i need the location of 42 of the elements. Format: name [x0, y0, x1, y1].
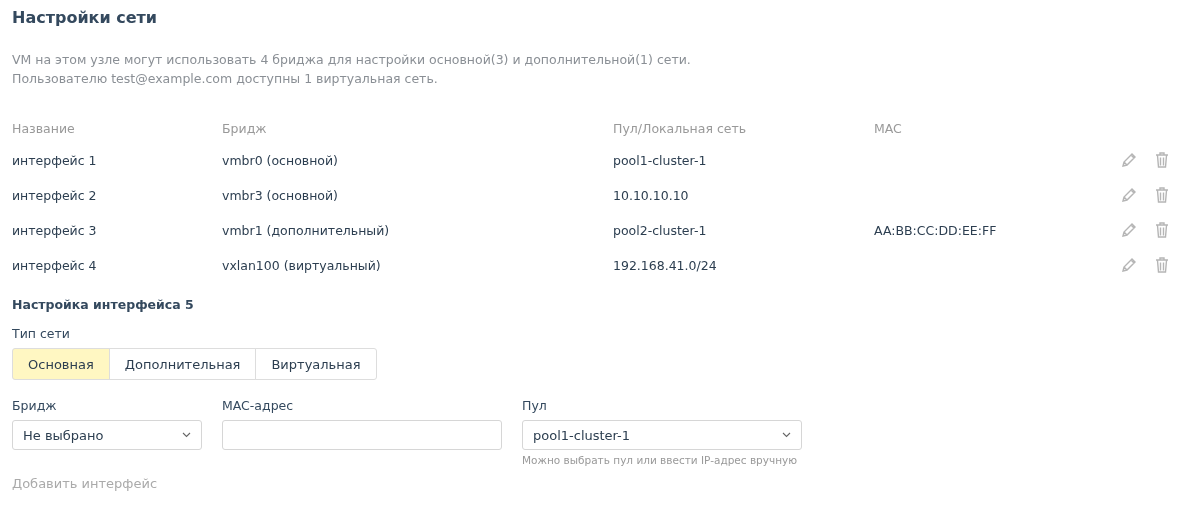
column-header: Пул/Локальная сеть	[613, 120, 748, 136]
input-field[interactable]	[222, 420, 502, 450]
field-label: Пул	[522, 398, 548, 413]
column-header: Название	[12, 120, 76, 136]
table-cell-text: vmbr0 (основной)	[222, 153, 339, 168]
table-cell-text: интерфейс 1	[12, 153, 98, 168]
description-text: VM на этом узле могут использовать 4 бриджа для настройки основной(3) и дополнительной(1) сети.	[12, 51, 692, 69]
table-cell-text: AA:BB:CC:DD:EE:FF	[874, 223, 998, 238]
table-cell-text: pool2-cluster-1	[613, 223, 708, 238]
table-cell-text: pool1-cluster-1	[613, 153, 708, 168]
chevron-down-icon	[182, 432, 191, 438]
table-cell-text: 192.168.41.0/24	[613, 258, 718, 273]
table-cell-text: интерфейс 4	[12, 258, 98, 273]
section-title: Настройка интерфейса 5	[12, 297, 195, 312]
pencil-icon	[1121, 256, 1137, 273]
page-title: Настройки сети	[12, 7, 159, 29]
trash-icon	[1155, 256, 1169, 273]
field-label: MAC-адрес	[222, 398, 295, 413]
segment-tab[interactable]: Виртуальная	[255, 348, 377, 380]
pool-select[interactable]: pool1-cluster-1	[522, 420, 802, 450]
column-header: MAC	[874, 120, 903, 136]
table-cell-text: интерфейс 2	[12, 188, 98, 203]
description-text: Пользователю test@example.com доступны 1 виртуальная сеть.	[12, 70, 439, 88]
pencil-icon	[1121, 221, 1137, 238]
chevron-down-icon	[782, 432, 791, 438]
pencil-icon	[1121, 186, 1137, 203]
table-cell-text: vxlan100 (виртуальный)	[222, 258, 382, 273]
hint-text: Можно выбрать пул или ввести IP-адрес вручную	[522, 454, 799, 466]
segment-tab[interactable]: Основная	[12, 348, 110, 380]
table-cell-text: 10.10.10.10	[613, 188, 690, 203]
field-label: Тип сети	[12, 326, 71, 341]
bridge-select[interactable]: Не выбрано	[12, 420, 202, 450]
pencil-icon	[1121, 151, 1137, 168]
table-cell-text: vmbr1 (дополнительный)	[222, 223, 391, 238]
trash-icon	[1155, 151, 1169, 168]
field-label: Бридж	[12, 398, 58, 413]
table-cell-text: vmbr3 (основной)	[222, 188, 339, 203]
table-cell-text: интерфейс 3	[12, 223, 98, 238]
column-header: Бридж	[222, 120, 268, 136]
segment-tab[interactable]: Дополнительная	[108, 348, 257, 380]
trash-icon	[1155, 221, 1169, 238]
trash-icon	[1155, 186, 1169, 203]
